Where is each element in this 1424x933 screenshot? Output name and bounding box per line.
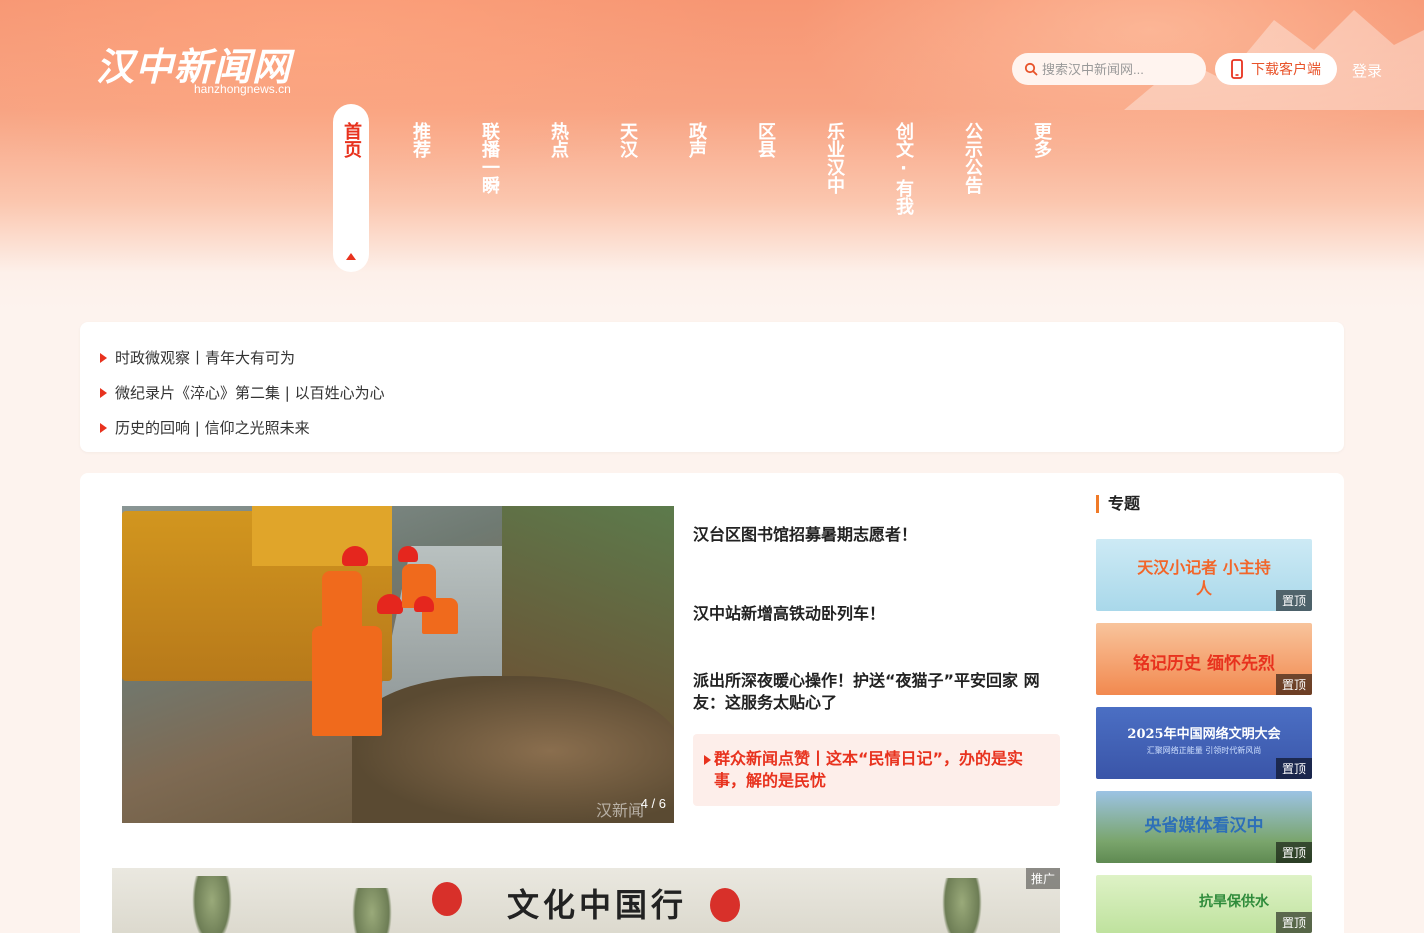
topic-card[interactable]: 央省媒体看汉中 置顶	[1096, 791, 1312, 863]
search-icon	[1024, 62, 1038, 76]
helmet-shape	[377, 594, 403, 614]
topic-card[interactable]: 抗旱保供水 置顶	[1096, 875, 1312, 933]
tree-decoration	[192, 876, 232, 933]
nav-item-jobs[interactable]: 乐业汉中	[816, 104, 852, 201]
helmet-shape	[414, 596, 434, 612]
pin-tag: 置顶	[1275, 590, 1312, 611]
headline-item[interactable]: 微纪录片《淬心》第二集 | 以百姓心为心	[100, 375, 1324, 410]
triangle-right-icon	[100, 387, 107, 398]
helmet-shape	[398, 546, 418, 562]
topic-title: 央省媒体看汉中	[1144, 816, 1264, 836]
worker-figure	[312, 626, 382, 736]
triangle-right-icon	[704, 755, 711, 765]
headline-text: 微纪录片《淬心》第二集 | 以百姓心为心	[115, 384, 385, 402]
lantern-icon	[710, 888, 740, 922]
nav-item-notices[interactable]: 公示公告	[954, 104, 990, 201]
topic-title: 铭记历史 缅怀先烈	[1133, 654, 1275, 674]
topic-title: 抗旱保供水	[1199, 894, 1269, 910]
search-box[interactable]	[1012, 53, 1206, 85]
truck-cab-shape	[252, 506, 392, 566]
news-item[interactable]: 派出所深夜暖心操作！护送“夜猫子”平安回家 网友：这服务太贴心了	[693, 670, 1060, 714]
download-label: 下载客户端	[1251, 62, 1321, 78]
nav-item-politics[interactable]: 政声	[678, 104, 714, 165]
topics-heading: 专题	[1096, 495, 1140, 513]
news-item[interactable]: 汉中站新增高铁动卧列车！	[693, 603, 1060, 625]
site-logo[interactable]: 汉中新闻网 hanzhongnews.cn	[96, 36, 306, 102]
helmet-shape	[342, 546, 368, 566]
headline-item[interactable]: 历史的回响 | 信仰之光照未来	[100, 410, 1324, 445]
nav-label: 推荐	[410, 122, 431, 158]
nav-item-civilization[interactable]: 创文·有我	[885, 104, 921, 222]
worker-figure	[322, 571, 362, 631]
main-content: 汉新闻 4 / 6 汉台区图书馆招募暑期志愿者！ 汉中站新增高铁动卧列车！ 派出…	[80, 473, 1344, 933]
nav-label: 天汉	[617, 122, 638, 158]
topic-card[interactable]: 天汉小记者 小主持人 置顶	[1096, 539, 1312, 611]
news-item[interactable]: 汉台区图书馆招募暑期志愿者！	[693, 524, 1060, 546]
nav-label: 政声	[686, 122, 707, 158]
topic-subtitle: 汇聚网络正能量 引领时代新风尚	[1146, 746, 1262, 755]
logo-domain: hanzhongnews.cn	[194, 82, 291, 96]
headlines-box: 时政微观察丨青年大有可为 微纪录片《淬心》第二集 | 以百姓心为心 历史的回响 …	[80, 322, 1344, 452]
news-item-active[interactable]: 群众新闻点赞丨这本“民情日记”，办的是实事，解的是民忧	[693, 734, 1060, 806]
nav-item-recommend[interactable]: 推荐	[402, 104, 438, 165]
topic-card[interactable]: 铭记历史 缅怀先烈 置顶	[1096, 623, 1312, 695]
triangle-right-icon	[100, 422, 107, 433]
pin-tag: 置顶	[1275, 758, 1312, 779]
nav-item-tianhan[interactable]: 天汉	[609, 104, 645, 165]
headline-text: 时政微观察丨青年大有可为	[115, 349, 296, 367]
nav-label: 区县	[755, 122, 776, 158]
nav-label: 更多	[1031, 122, 1052, 158]
pin-tag: 置顶	[1275, 674, 1312, 695]
nav-item-districts[interactable]: 区县	[747, 104, 783, 165]
nav-label: 联播一瞬	[479, 122, 500, 194]
nav-label: 公示公告	[962, 122, 983, 194]
triangle-right-icon	[100, 352, 107, 363]
promo-banner[interactable]: 文化中国行 推广	[112, 868, 1060, 933]
nav-item-broadcast[interactable]: 联播一瞬	[471, 104, 507, 201]
promo-tag: 推广	[1025, 868, 1060, 889]
headline-text: 历史的回响 | 信仰之光照未来	[115, 419, 310, 437]
tree-decoration	[942, 878, 982, 933]
nav-item-hot[interactable]: 热点	[540, 104, 576, 165]
topic-card[interactable]: 2025年中国网络文明大会 汇聚网络正能量 引领时代新风尚 置顶	[1096, 707, 1312, 779]
tree-decoration	[352, 888, 392, 933]
lantern-icon	[432, 882, 462, 916]
nav-label: 首页	[341, 122, 362, 158]
phone-icon	[1231, 59, 1243, 79]
banner-title: 文化中国行	[507, 886, 688, 924]
caret-up-icon	[346, 253, 356, 260]
pin-tag: 置顶	[1275, 912, 1312, 933]
download-app-button[interactable]: 下载客户端	[1215, 53, 1337, 85]
nav-label: 乐业汉中	[824, 122, 845, 194]
photo-watermark: 汉新闻	[595, 801, 644, 820]
nav-item-more[interactable]: 更多	[1023, 104, 1059, 165]
headline-item[interactable]: 时政微观察丨青年大有可为	[100, 340, 1324, 375]
search-input[interactable]	[1042, 61, 1192, 77]
news-item-text: 群众新闻点赞丨这本“民情日记”，办的是实事，解的是民忧	[714, 749, 1024, 790]
nav-label: 创文·有我	[893, 122, 914, 215]
nav-item-home[interactable]: 首页	[333, 104, 369, 272]
login-link[interactable]: 登录	[1352, 60, 1382, 81]
slider-counter: 4 / 6	[640, 796, 666, 811]
pin-tag: 置顶	[1275, 842, 1312, 863]
slider-photo[interactable]: 汉新闻 4 / 6	[122, 506, 674, 823]
nav-label: 热点	[548, 122, 569, 158]
topic-title: 2025年中国网络文明大会	[1127, 727, 1281, 742]
